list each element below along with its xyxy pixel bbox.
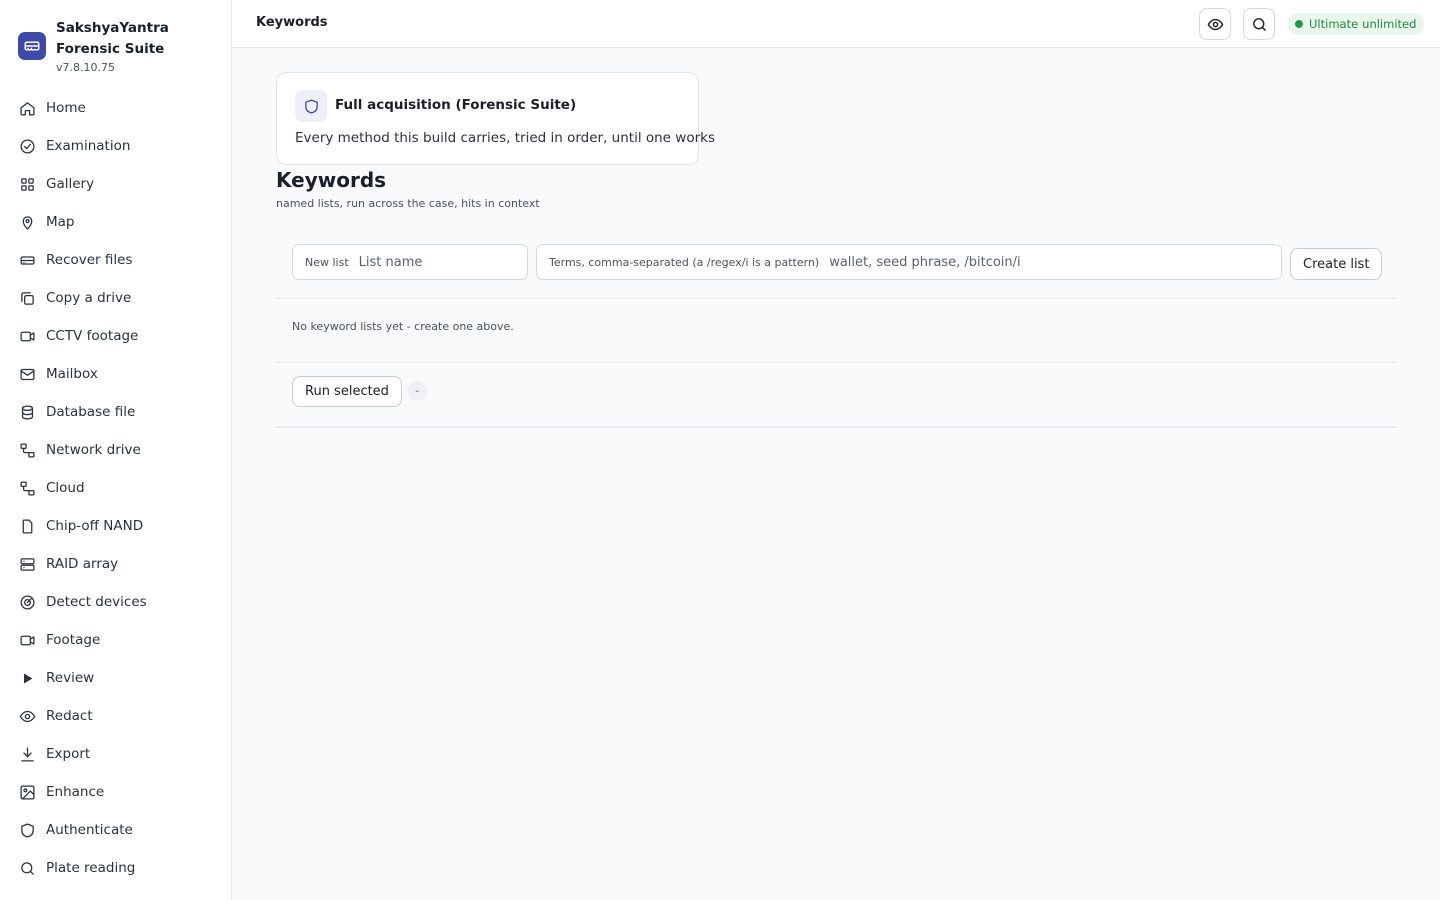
app-version: v7.8.10.75: [56, 61, 115, 74]
page-title: Keywords: [276, 168, 387, 192]
mail-icon: [18, 365, 36, 383]
eye-icon: [1207, 16, 1224, 33]
status-dot: [1295, 20, 1303, 28]
topbar: Keywords Ultimate unlimited: [232, 0, 1440, 48]
sidebar-nav: Home Examination Gallery Map Recover fil…: [0, 89, 231, 887]
check-circle-icon: [18, 137, 36, 155]
sidebar-item-chip-off-nand[interactable]: Chip-off NAND: [0, 507, 231, 545]
list-name-field[interactable]: New list: [292, 244, 528, 280]
sidebar-item-label: Cloud: [46, 480, 85, 496]
sidebar-item-detect-devices[interactable]: Detect devices: [0, 583, 231, 621]
sidebar-item-network-drive[interactable]: Network drive: [0, 431, 231, 469]
create-list-button[interactable]: Create list: [1290, 248, 1383, 280]
sidebar-item-label: Map: [46, 214, 75, 230]
search-icon: [18, 859, 36, 877]
sidebar-item-label: Mailbox: [46, 366, 98, 382]
terms-field[interactable]: Terms, comma-separated (a /regex/i is a …: [536, 244, 1282, 280]
play-icon: [18, 669, 36, 687]
license-status: Ultimate: [1309, 17, 1359, 31]
keyword-lists-panel: New list Terms, comma-separated (a /rege…: [276, 228, 1396, 428]
run-selected-button[interactable]: Run selected: [292, 376, 402, 407]
sidebar-item-authenticate[interactable]: Authenticate: [0, 811, 231, 849]
list-name-label: New list: [305, 255, 349, 269]
sidebar-item-home[interactable]: Home: [0, 89, 231, 127]
sidebar-item-label: Home: [46, 100, 86, 116]
search-button[interactable]: [1243, 8, 1275, 40]
divider: [276, 298, 1396, 299]
sidebar-item-raid-array[interactable]: RAID array: [0, 545, 231, 583]
license-badge: Ultimate unlimited: [1287, 13, 1425, 35]
video-icon: [18, 631, 36, 649]
grid-icon: [18, 175, 36, 193]
brand: SakshyaYantra Forensic Suite v7.8.10.75: [18, 18, 223, 78]
terms-input[interactable]: [829, 254, 1281, 270]
network-icon: [18, 441, 36, 459]
sidebar-item-label: Examination: [46, 138, 131, 154]
sidebar-item-plate-reading[interactable]: Plate reading: [0, 849, 231, 887]
map-pin-icon: [18, 213, 36, 231]
license-detail: unlimited: [1362, 17, 1417, 31]
database-icon: [18, 403, 36, 421]
sidebar-item-label: CCTV footage: [46, 328, 139, 344]
empty-lists-message: No keyword lists yet - create one above.: [292, 320, 514, 333]
sidebar-item-footage[interactable]: Footage: [0, 621, 231, 659]
sidebar-item-label: Plate reading: [46, 860, 136, 876]
sidebar-item-label: RAID array: [46, 556, 119, 572]
download-icon: [18, 745, 36, 763]
chip-icon: [18, 517, 36, 535]
sidebar-item-label: Copy a drive: [46, 290, 132, 306]
sidebar-item-export[interactable]: Export: [0, 735, 231, 773]
server-icon: [18, 555, 36, 573]
sidebar-item-mailbox[interactable]: Mailbox: [0, 355, 231, 393]
sidebar-item-database-file[interactable]: Database file: [0, 393, 231, 431]
sidebar-item-label: Review: [46, 670, 95, 686]
sidebar-item-label: Gallery: [46, 176, 95, 192]
copy-icon: [18, 289, 36, 307]
sidebar-item-label: Export: [46, 746, 91, 762]
search-icon: [1251, 16, 1268, 33]
sidebar-item-label: Recover files: [46, 252, 133, 268]
sidebar-item-label: Redact: [46, 708, 93, 724]
sidebar-item-label: Footage: [46, 632, 101, 648]
sidebar-item-cloud[interactable]: Cloud: [0, 469, 231, 507]
hard-drive-logo-icon: [18, 32, 46, 60]
radar-icon: [18, 593, 36, 611]
sidebar-item-map[interactable]: Map: [0, 203, 231, 241]
sidebar: SakshyaYantra Forensic Suite v7.8.10.75 …: [0, 0, 232, 900]
sidebar-item-enhance[interactable]: Enhance: [0, 773, 231, 811]
sidebar-item-label: Detect devices: [46, 594, 147, 610]
list-name-input[interactable]: [358, 254, 527, 270]
acquisition-method-card: Full acquisition (Forensic Suite) Every …: [276, 72, 715, 165]
sidebar-item-label: Enhance: [46, 784, 105, 800]
sidebar-item-label: Database file: [46, 404, 136, 420]
app-name: SakshyaYantra Forensic Suite: [56, 20, 169, 57]
topbar-title: Keywords: [256, 15, 328, 30]
shield-icon: [295, 90, 327, 122]
video-icon: [18, 327, 36, 345]
sidebar-item-examination[interactable]: Examination: [0, 127, 231, 165]
sidebar-item-label: Authenticate: [46, 822, 133, 838]
cloud-icon: [18, 479, 36, 497]
shield-icon: [18, 821, 36, 839]
sidebar-item-cctv-footage[interactable]: CCTV footage: [0, 317, 231, 355]
sidebar-item-label: Chip-off NAND: [46, 518, 144, 534]
preview-button[interactable]: [1199, 8, 1231, 40]
page-subtitle: named lists, run across the case, hits i…: [276, 197, 540, 210]
eye-icon: [18, 707, 36, 725]
sidebar-item-copy-a-drive[interactable]: Copy a drive: [0, 279, 231, 317]
sidebar-item-recover-files[interactable]: Recover files: [0, 241, 231, 279]
home-icon: [18, 99, 36, 117]
sidebar-item-gallery[interactable]: Gallery: [0, 165, 231, 203]
hard-drive-icon: [18, 251, 36, 269]
divider: [276, 362, 1396, 363]
selected-count-badge: -: [407, 381, 427, 401]
terms-label: Terms, comma-separated (a /regex/i is a …: [549, 255, 820, 269]
sidebar-item-label: Network drive: [46, 442, 141, 458]
sidebar-item-review[interactable]: Review: [0, 659, 231, 697]
method-title: Full acquisition (Forensic Suite): [335, 97, 577, 113]
image-icon: [18, 783, 36, 801]
sidebar-item-redact[interactable]: Redact: [0, 697, 231, 735]
method-description: Every method this build carries, tried i…: [295, 130, 715, 146]
